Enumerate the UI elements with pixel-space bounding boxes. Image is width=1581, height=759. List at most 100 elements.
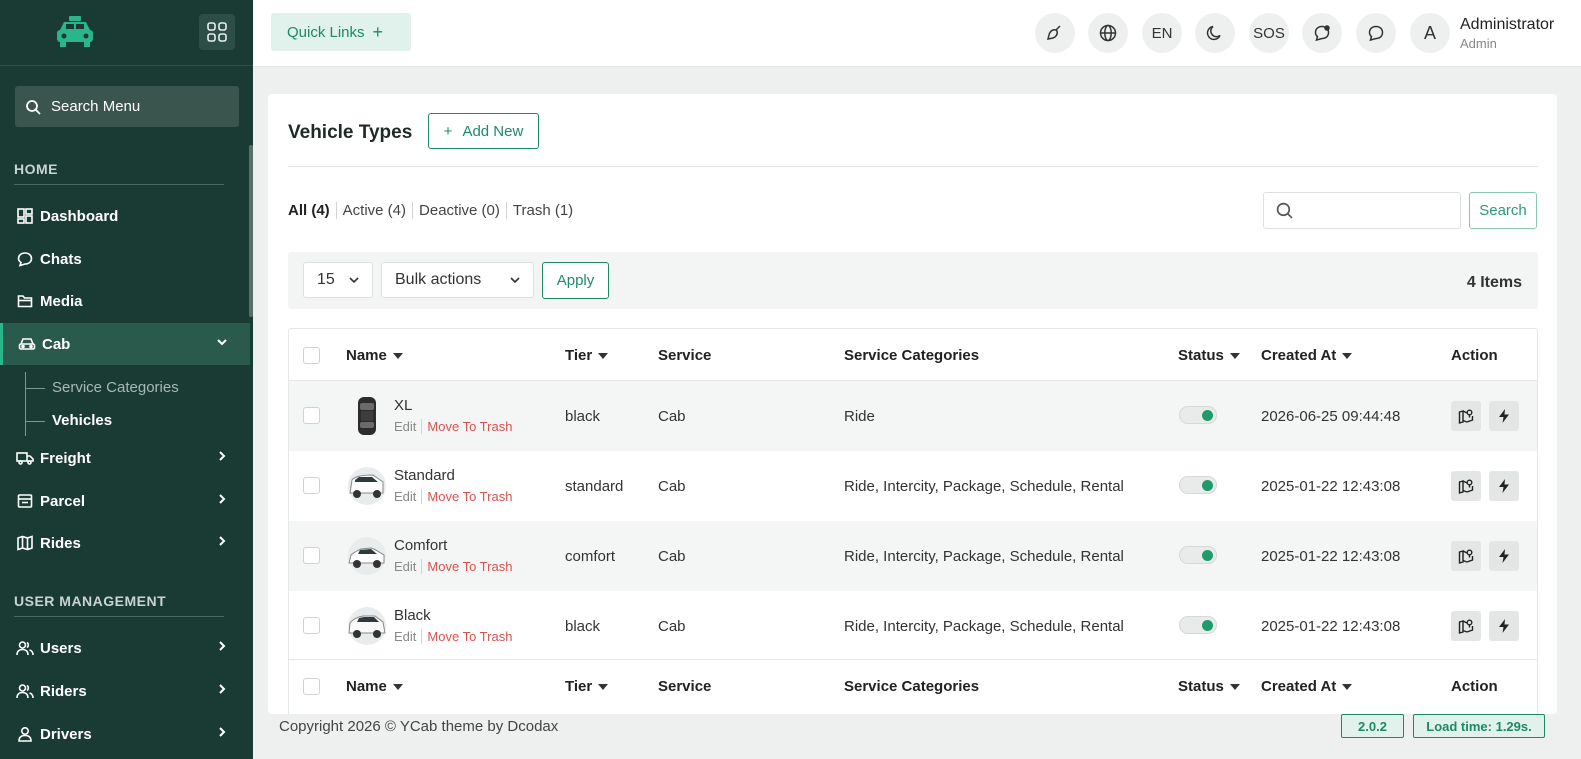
bulk-actions-select[interactable]: Bulk actions <box>381 262 534 298</box>
move-to-trash-link[interactable]: Move To Trash <box>422 489 512 504</box>
grid-icon <box>207 22 227 42</box>
column-header-created-at[interactable]: Created At <box>1261 678 1353 695</box>
chevron-right-icon <box>219 641 226 651</box>
sidebar-item-dashboard[interactable]: Dashboard <box>0 195 250 237</box>
quick-action-button[interactable] <box>1489 611 1519 641</box>
sidebar-item-drivers[interactable]: Drivers <box>0 713 250 755</box>
status-toggle[interactable] <box>1179 406 1217 424</box>
add-new-button[interactable]: + Add New <box>428 113 539 149</box>
service-cell: Cab <box>658 548 686 565</box>
edit-link[interactable]: Edit <box>394 419 423 434</box>
quick-links-button[interactable]: Quick Links + <box>271 13 411 51</box>
apply-button[interactable]: Apply <box>542 262 609 299</box>
website-button[interactable] <box>1088 13 1128 53</box>
column-label: Status <box>1178 678 1224 695</box>
content-card: Vehicle Types + Add New All (4) Active (… <box>268 94 1557 714</box>
filter-all[interactable]: All (4) <box>288 202 337 219</box>
vehicle-name: Standard <box>394 467 455 484</box>
map-button[interactable] <box>1451 611 1481 641</box>
table-search-input[interactable] <box>1263 192 1461 229</box>
quick-action-button[interactable] <box>1489 471 1519 501</box>
sidebar-item-freight[interactable]: Freight <box>0 437 250 479</box>
map-button[interactable] <box>1451 471 1481 501</box>
status-toggle[interactable] <box>1179 616 1217 634</box>
status-toggle[interactable] <box>1179 476 1217 494</box>
move-to-trash-link[interactable]: Move To Trash <box>422 559 512 574</box>
sidebar-item-cab[interactable]: Cab <box>0 323 250 365</box>
service-categories-cell: Ride <box>844 408 875 425</box>
column-header-name[interactable]: Name <box>346 678 403 695</box>
language-button[interactable]: EN <box>1142 13 1182 53</box>
messages-button[interactable] <box>1356 13 1396 53</box>
filter-active[interactable]: Active (4) <box>337 202 414 219</box>
load-time-badge: Load time: 1.29s. <box>1413 714 1545 738</box>
sidebar-item-parcel[interactable]: Parcel <box>0 480 250 522</box>
map-pin-icon <box>1458 409 1474 424</box>
sidebar-subitem-service-categories[interactable]: Service Categories <box>52 379 179 396</box>
search-button[interactable]: Search <box>1469 192 1537 229</box>
search-icon <box>26 99 41 115</box>
filter-trash[interactable]: Trash (1) <box>507 202 579 219</box>
column-header-action: Action <box>1451 678 1498 695</box>
sidebar-item-chats[interactable]: Chats <box>0 238 250 280</box>
sidebar-subitem-vehicles[interactable]: Vehicles <box>52 412 112 429</box>
map-button[interactable] <box>1451 541 1481 571</box>
status-toggle[interactable] <box>1179 546 1217 564</box>
notifications-button[interactable] <box>1302 13 1342 53</box>
column-header-tier[interactable]: Tier <box>565 347 609 364</box>
sidebar-item-rides[interactable]: Rides <box>0 522 250 564</box>
clear-cache-button[interactable] <box>1035 13 1075 53</box>
sidebar-item-label: Chats <box>40 250 82 268</box>
move-to-trash-link[interactable]: Move To Trash <box>422 629 512 644</box>
sidebar-item-label: Users <box>40 639 82 657</box>
filter-deactive[interactable]: Deactive (0) <box>413 202 507 219</box>
chevron-right-icon <box>219 684 226 694</box>
row-checkbox[interactable] <box>303 547 320 564</box>
row-actions: Edit Move To Trash <box>394 629 512 644</box>
service-cell: Cab <box>658 478 686 495</box>
column-header-tier[interactable]: Tier <box>565 678 609 695</box>
quick-action-button[interactable] <box>1489 541 1519 571</box>
column-header-status[interactable]: Status <box>1178 678 1240 695</box>
row-actions: Edit Move To Trash <box>394 489 512 504</box>
sort-caret-icon <box>392 683 403 690</box>
column-header-service: Service <box>658 347 712 364</box>
per-page-select[interactable]: 15 <box>303 262 373 298</box>
column-header-service-categories: Service Categories <box>844 347 980 364</box>
edit-link[interactable]: Edit <box>394 629 423 644</box>
sort-caret-icon <box>392 352 403 359</box>
move-to-trash-link[interactable]: Move To Trash <box>422 419 512 434</box>
column-header-service: Service <box>658 678 712 695</box>
row-checkbox[interactable] <box>303 617 320 634</box>
tier-cell: black <box>565 408 601 425</box>
globe-icon <box>1099 24 1117 42</box>
folder-icon <box>16 292 34 310</box>
row-checkbox[interactable] <box>303 477 320 494</box>
column-header-service-categories: Service Categories <box>844 678 980 695</box>
select-all-checkbox[interactable] <box>303 678 320 695</box>
column-header-created-at[interactable]: Created At <box>1261 347 1353 364</box>
avatar[interactable]: A <box>1410 13 1450 53</box>
apps-grid-button[interactable] <box>199 14 235 50</box>
column-header-status[interactable]: Status <box>1178 347 1240 364</box>
sidebar-search[interactable]: Search Menu <box>15 86 239 127</box>
edit-link[interactable]: Edit <box>394 559 423 574</box>
sidebar-item-users[interactable]: Users <box>0 627 250 669</box>
row-checkbox[interactable] <box>303 407 320 424</box>
sort-caret-icon <box>1342 352 1353 359</box>
sidebar-item-riders[interactable]: Riders <box>0 670 250 712</box>
sos-button[interactable]: SOS <box>1249 13 1289 53</box>
sidebar-item-media[interactable]: Media <box>0 280 250 322</box>
chevron-right-icon <box>219 451 226 461</box>
map-pin-icon <box>1458 619 1474 634</box>
taxi-logo-icon[interactable] <box>54 14 96 50</box>
created-at-cell: 2025-01-22 12:43:08 <box>1261 548 1401 565</box>
quick-action-button[interactable] <box>1489 401 1519 431</box>
sidebar-scrollbar[interactable] <box>249 145 253 317</box>
select-all-checkbox[interactable] <box>303 347 320 364</box>
column-header-name[interactable]: Name <box>346 347 403 364</box>
dark-mode-button[interactable] <box>1195 13 1235 53</box>
user-name[interactable]: Administrator <box>1460 16 1554 34</box>
edit-link[interactable]: Edit <box>394 489 423 504</box>
map-button[interactable] <box>1451 401 1481 431</box>
